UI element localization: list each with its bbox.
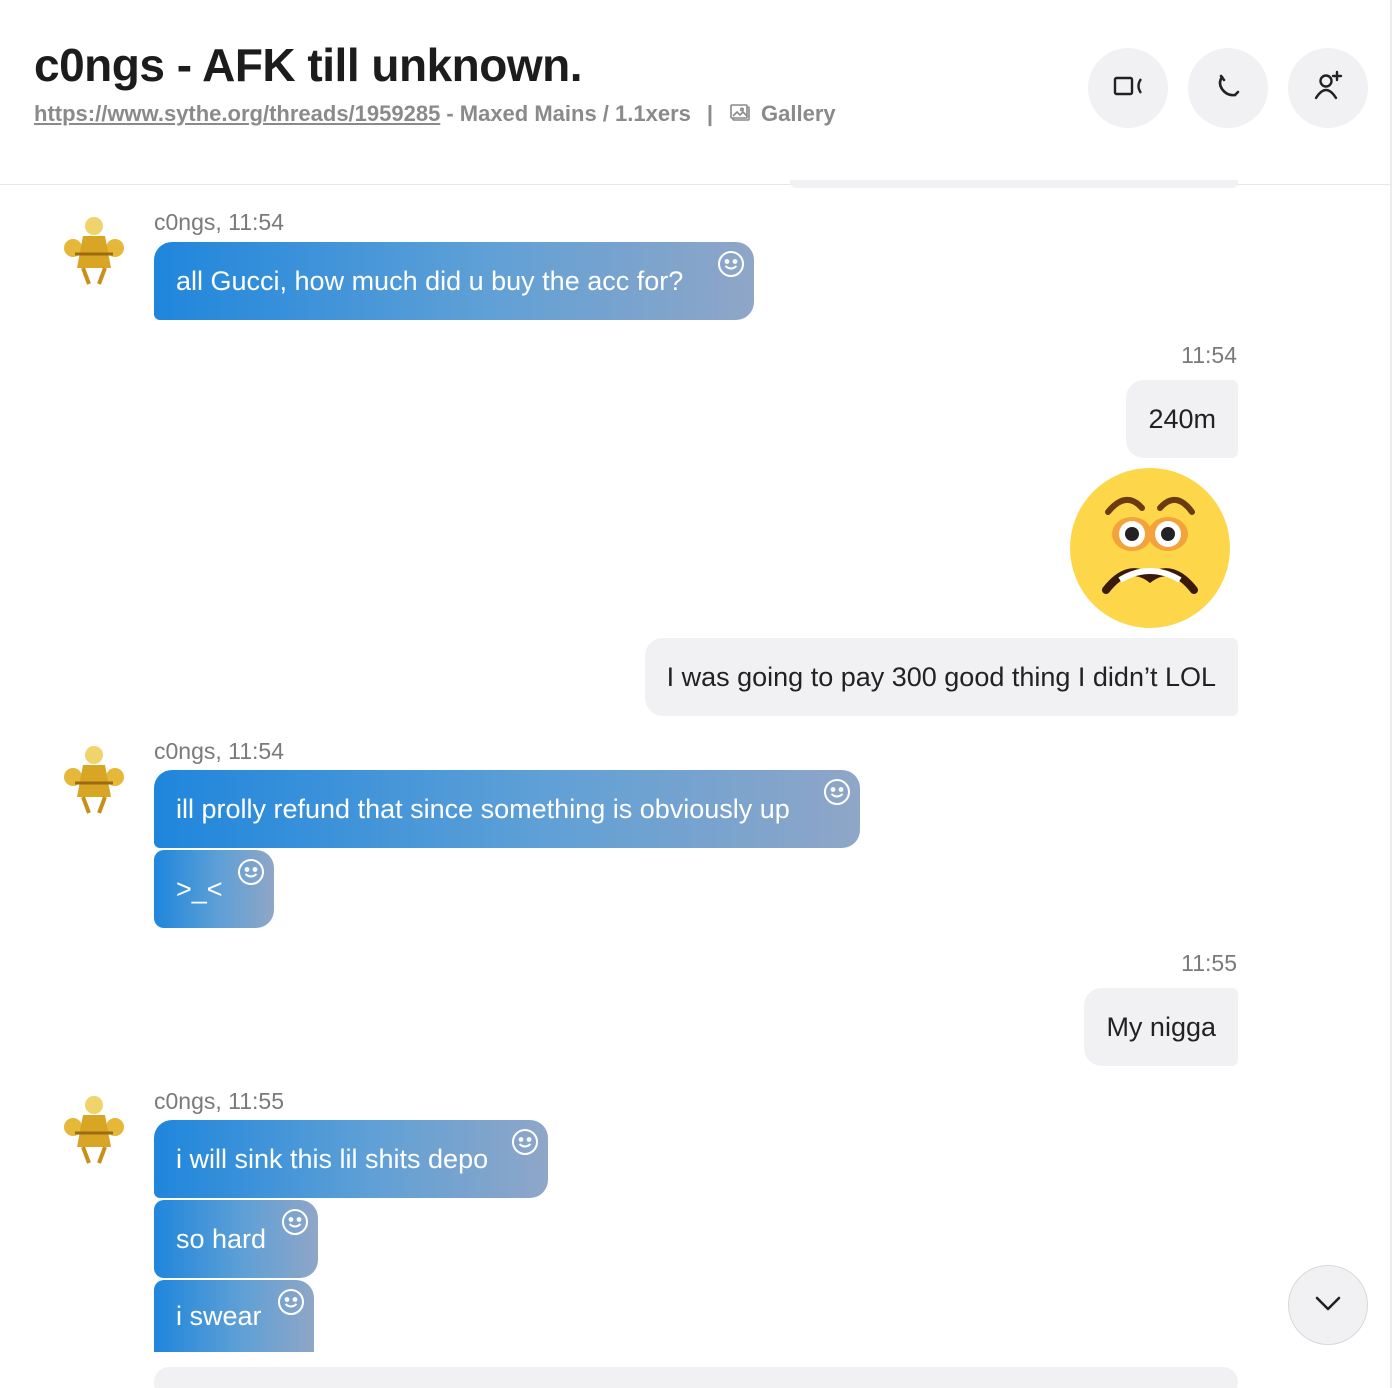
- chat-title: c0ngs - AFK till unknown.: [34, 39, 583, 91]
- thread-link-suffix: - Maxed Mains / 1.1xers: [446, 101, 691, 126]
- incoming-message[interactable]: all Gucci, how much did u buy the acc fo…: [154, 242, 754, 320]
- add-person-icon: [1308, 66, 1348, 111]
- incoming-message[interactable]: i will sink this lil shits depo: [154, 1120, 548, 1198]
- gallery-icon: [729, 102, 753, 126]
- outgoing-message[interactable]: I was going to pay 300 good thing I didn…: [644, 638, 1238, 716]
- previous-message-edge: [790, 180, 1238, 188]
- message-text: 240m: [1148, 403, 1216, 434]
- message-text: >_<: [176, 873, 223, 904]
- message-time: 11:54: [1181, 342, 1237, 368]
- sender-label: c0ngs, 11:54: [154, 738, 285, 764]
- avatar[interactable]: [53, 206, 135, 288]
- avatar[interactable]: [53, 1085, 135, 1167]
- outgoing-message[interactable]: My nigga: [1084, 988, 1238, 1066]
- reaction-icon[interactable]: [510, 1127, 540, 1157]
- message-text: My nigga: [1106, 1011, 1216, 1042]
- message-text: I was going to pay 300 good thing I didn…: [666, 661, 1216, 692]
- outgoing-message[interactable]: 240m: [1126, 380, 1238, 458]
- call-button[interactable]: [1188, 48, 1268, 128]
- reaction-icon[interactable]: [276, 1287, 306, 1317]
- message-text: so hard: [176, 1223, 267, 1254]
- sender-label: c0ngs, 11:54: [154, 209, 285, 235]
- thread-link[interactable]: https://www.sythe.org/threads/1959285: [34, 101, 440, 127]
- gallery-button[interactable]: Gallery: [729, 101, 836, 127]
- message-time: 11:55: [1181, 950, 1237, 976]
- chat-subtitle: https://www.sythe.org/threads/1959285 - …: [34, 101, 836, 127]
- reaction-icon[interactable]: [716, 249, 746, 279]
- incoming-message[interactable]: ill prolly refund that since something i…: [154, 770, 860, 848]
- message-input-edge: [154, 1367, 1238, 1388]
- message-text: all Gucci, how much did u buy the acc fo…: [176, 265, 684, 296]
- gallery-label: Gallery: [761, 101, 836, 126]
- message-text: ill prolly refund that since something i…: [176, 793, 790, 824]
- reaction-icon[interactable]: [280, 1207, 310, 1237]
- add-participant-button[interactable]: [1288, 48, 1368, 128]
- sender-label: c0ngs, 11:55: [154, 1088, 285, 1114]
- video-call-button[interactable]: [1088, 48, 1168, 128]
- reaction-icon[interactable]: [236, 857, 266, 887]
- reaction-icon[interactable]: [822, 777, 852, 807]
- message-text: i swear: [176, 1300, 262, 1331]
- worried-face-emoji[interactable]: [1070, 468, 1230, 628]
- scroll-to-bottom-button[interactable]: [1288, 1265, 1368, 1345]
- chat-header: c0ngs - AFK till unknown. https://www.sy…: [0, 0, 1392, 185]
- avatar[interactable]: [53, 735, 135, 817]
- incoming-message[interactable]: >_<: [154, 850, 274, 928]
- subtitle-separator: |: [706, 101, 714, 126]
- video-call-icon: [1108, 66, 1148, 111]
- message-text: i will sink this lil shits depo: [176, 1143, 489, 1174]
- chevron-down-icon: [1311, 1286, 1345, 1325]
- incoming-message[interactable]: i swear: [154, 1280, 314, 1352]
- incoming-message[interactable]: so hard: [154, 1200, 318, 1278]
- phone-icon: [1208, 66, 1248, 111]
